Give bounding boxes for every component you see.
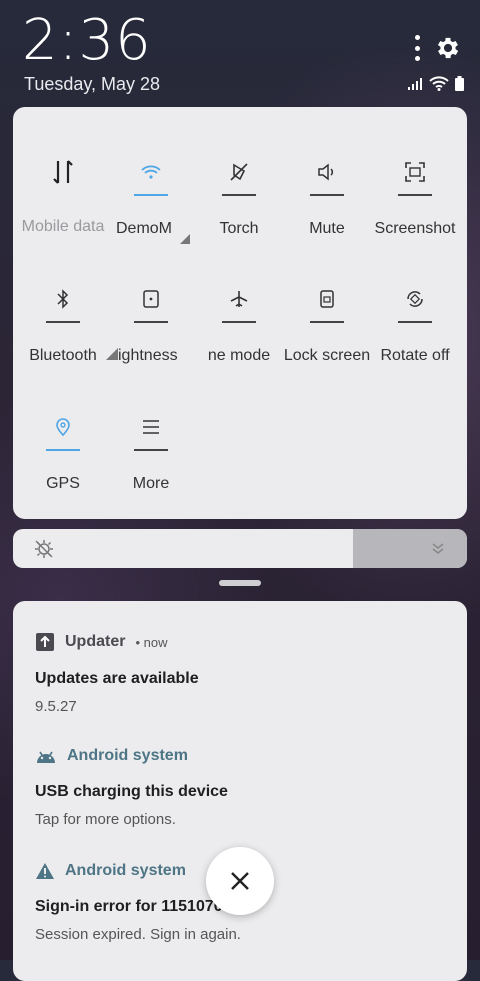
tile-label: GPS [46, 475, 80, 492]
tile-indicator [134, 449, 168, 451]
expand-chevron-icon[interactable] [431, 542, 445, 554]
warning-icon [36, 863, 54, 879]
tile-mobile-data[interactable]: Mobile data [18, 152, 108, 236]
torch-icon [194, 152, 284, 192]
tile-mute[interactable]: Mute [282, 152, 372, 238]
brightness-icon [106, 279, 196, 319]
brightness-level-fill [353, 529, 467, 568]
tile-expand-icon [106, 348, 118, 360]
notification-body: 9.5.27 [35, 698, 77, 715]
lock-screen-icon [282, 279, 372, 319]
wifi-icon [106, 152, 196, 192]
auto-brightness-icon[interactable] [33, 538, 55, 560]
cell-signal-icon [408, 78, 422, 90]
notification-header: Android system [35, 747, 455, 765]
tile-indicator [310, 321, 344, 323]
tile-expand-icon [180, 234, 190, 244]
bluetooth-icon [18, 279, 108, 319]
tile-label: Torch [219, 220, 259, 237]
overflow-menu-icon[interactable] [414, 35, 420, 61]
tile-indicator [310, 194, 344, 196]
gps-icon [18, 407, 108, 447]
date: Tuesday, May 28 [24, 74, 161, 94]
notification-usb-charging[interactable]: Android system USB charging this device … [35, 747, 455, 828]
notification-header: Updater • now [35, 632, 455, 652]
notification-app-name: Android system [65, 862, 186, 879]
more-menu-icon [106, 407, 196, 447]
quick-settings-panel: Mobile data DemoM Torch Mute Screenshot [13, 107, 467, 519]
tile-label: More [132, 475, 170, 492]
battery-icon [455, 76, 464, 91]
top-actions [414, 34, 462, 62]
mute-icon [282, 152, 372, 192]
settings-gear-icon[interactable] [434, 34, 462, 62]
tile-airplane-mode[interactable]: ne mode [194, 279, 284, 365]
tile-screenshot[interactable]: Screenshot [370, 152, 460, 238]
clock: 2:36 [22, 8, 152, 73]
notification-title: USB charging this device [35, 783, 228, 800]
drag-handle[interactable] [219, 580, 261, 586]
notification-app-name: Updater [65, 633, 126, 650]
notification-list: Updater • now Updates are available 9.5.… [13, 601, 467, 981]
tile-label: Bluetooth [29, 347, 97, 364]
tile-label: Lock screen [283, 347, 371, 364]
notification-app-name: Android system [67, 747, 188, 764]
tile-label: ightness [106, 347, 196, 365]
tile-gps[interactable]: GPS [18, 407, 108, 493]
tile-label: DemoM [106, 220, 196, 244]
tile-label: Mute [309, 220, 345, 237]
notification-time: • now [135, 634, 168, 650]
tile-indicator [222, 321, 256, 323]
tile-torch[interactable]: Torch [194, 152, 284, 238]
notification-updater[interactable]: Updater • now Updates are available 9.5.… [35, 632, 455, 715]
mobile-data-icon [18, 152, 108, 192]
notification-body: Session expired. Sign in again. [35, 926, 241, 943]
status-icons [407, 76, 464, 91]
update-icon [36, 633, 54, 651]
airplane-icon [194, 279, 284, 319]
tile-brightness[interactable]: ightness [106, 279, 196, 365]
tile-label: Screenshot [374, 220, 456, 237]
screenshot-icon [370, 152, 460, 192]
wifi-status-icon [429, 76, 449, 91]
tile-active-indicator [46, 449, 80, 451]
tile-more[interactable]: More [106, 407, 196, 493]
brightness-slider[interactable] [13, 529, 467, 568]
rotate-icon [370, 279, 460, 319]
tile-indicator [222, 194, 256, 196]
notification-title: Updates are available [35, 670, 199, 687]
tile-indicator [134, 321, 168, 323]
close-icon [231, 872, 249, 890]
tile-label: ne mode [207, 347, 271, 364]
tile-wifi[interactable]: DemoM [106, 152, 196, 244]
tile-bluetooth[interactable]: Bluetooth [18, 279, 108, 365]
tile-indicator [46, 321, 80, 323]
tile-indicator [398, 321, 432, 323]
tile-lock-screen[interactable]: Lock screen [282, 279, 372, 365]
tile-rotate[interactable]: Rotate off [370, 279, 460, 365]
tile-active-indicator [134, 194, 168, 196]
clear-all-button[interactable] [206, 847, 274, 915]
tile-indicator [398, 194, 432, 196]
tile-label: Mobile data [21, 218, 105, 235]
tile-label: Rotate off [380, 347, 450, 364]
notification-body: Tap for more options. [35, 811, 176, 828]
android-icon [37, 751, 55, 763]
